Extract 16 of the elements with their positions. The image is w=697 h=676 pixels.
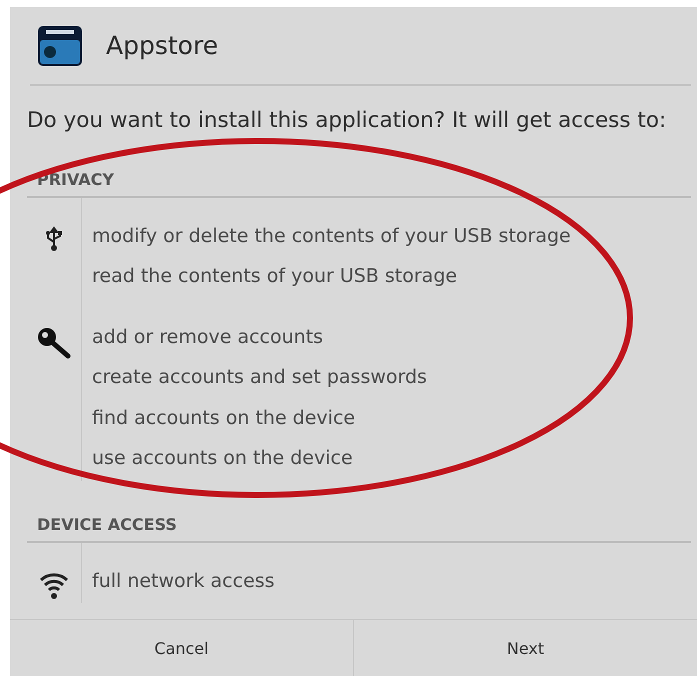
cancel-button[interactable]: Cancel bbox=[10, 620, 353, 676]
permission-text: modify or delete the contents of your USB storage bbox=[92, 224, 571, 249]
usb-icon bbox=[45, 226, 63, 252]
next-button[interactable]: Next bbox=[353, 620, 697, 676]
key-icon bbox=[37, 326, 71, 359]
install-prompt: Do you want to install this application? It will get access to: bbox=[26, 107, 668, 136]
wifi-icon bbox=[39, 570, 69, 599]
permission-text: use accounts on the device bbox=[92, 446, 354, 472]
dialog-title: Appstore bbox=[106, 31, 218, 60]
section-heading: DEVICE ACCESS bbox=[27, 496, 691, 543]
permission-text: add or remove accounts bbox=[92, 324, 324, 350]
permission-text: create accounts and set passwords bbox=[92, 365, 427, 390]
permission-text: find accounts on the device bbox=[92, 406, 356, 431]
permission-text: full network access bbox=[92, 568, 275, 594]
app-store-logo-icon bbox=[38, 26, 82, 66]
permission-text: read the contents of your USB storage bbox=[92, 264, 458, 290]
